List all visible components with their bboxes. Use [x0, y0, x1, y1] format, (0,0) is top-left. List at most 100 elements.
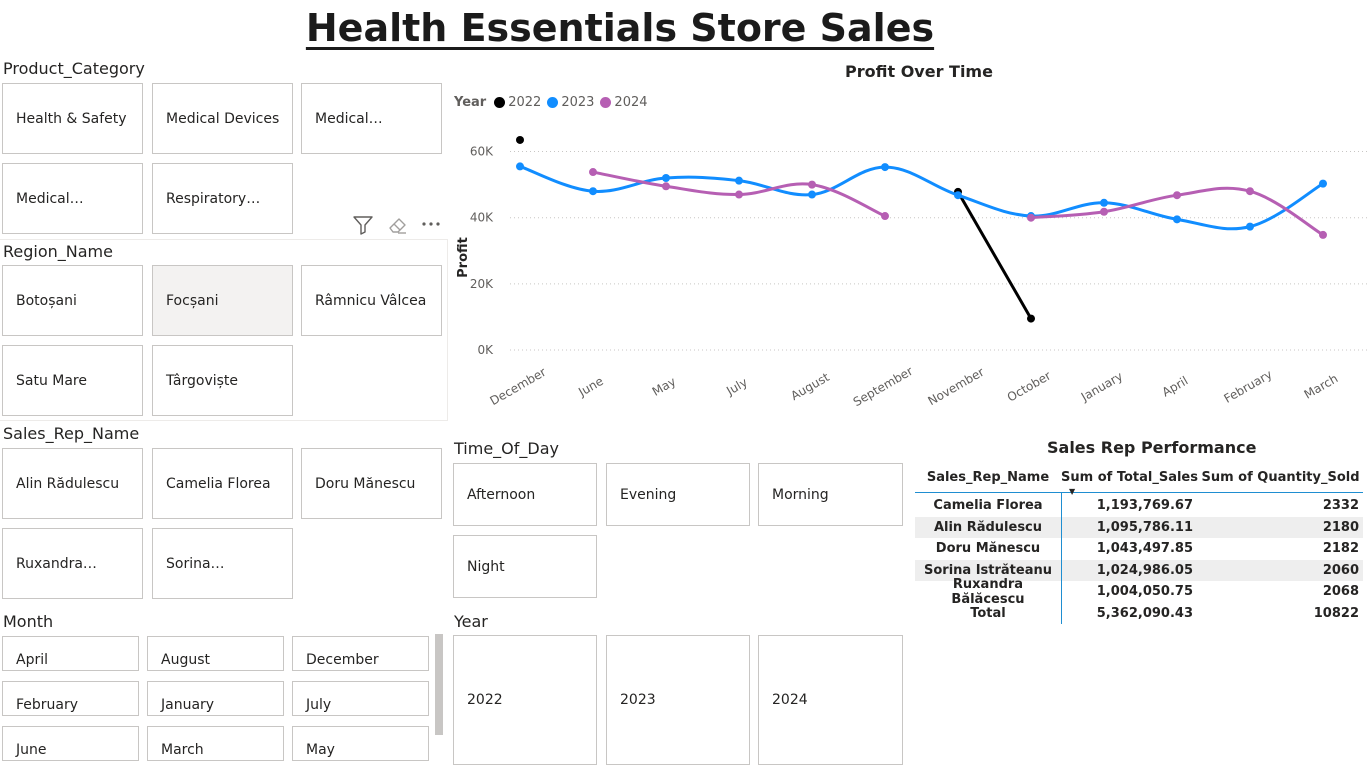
data-point-2023: [662, 174, 670, 182]
sales-rep-tile[interactable]: Ruxandra…: [2, 528, 143, 599]
month-tile[interactable]: July: [292, 681, 429, 716]
rep-name-cell: Doru Mănescu: [935, 541, 1041, 557]
legend-item[interactable]: 2023: [547, 95, 594, 110]
column-header[interactable]: Sum of Total_Sales ▼: [1061, 470, 1198, 496]
data-point-2024: [1027, 213, 1035, 222]
sales-rep-name-header: Sales_Rep_Name: [3, 424, 140, 443]
x-tick-label: March: [1302, 371, 1341, 401]
data-point-2023: [1246, 222, 1254, 231]
month-tile[interactable]: February: [2, 681, 139, 716]
month-slicer-scrollbar[interactable]: [435, 634, 443, 735]
chart-legend: Year 2022 2023 2024: [454, 95, 654, 110]
time-of-day-tile[interactable]: Afternoon: [453, 463, 597, 526]
time-of-day-header: Time_Of_Day: [454, 439, 559, 458]
sales-rep-table[interactable]: Sales_Rep_Name Sum of Total_Sales ▼ Sum o…: [915, 463, 1363, 624]
x-tick-label: October: [1005, 368, 1054, 404]
legend-item[interactable]: 2024: [600, 95, 648, 110]
product-category-header: Product_Category: [3, 59, 145, 78]
region-tile[interactable]: Botoșani: [2, 265, 143, 336]
legend-label: 2022: [508, 95, 542, 110]
product-category-tile[interactable]: Respiratory…: [152, 163, 293, 234]
time-of-day-tile[interactable]: Evening: [606, 463, 750, 526]
data-point-2024: [735, 190, 743, 199]
legend-label: 2023: [561, 95, 595, 110]
rep-name-cell: Alin Rădulescu: [933, 519, 1043, 535]
table-row[interactable]: Ruxandra Bălăcescu 1,004,050.75 2068: [915, 577, 1363, 607]
product-category-tile[interactable]: Medical…: [301, 83, 442, 154]
total-sales-cell: 1,095,786.11: [1096, 519, 1193, 535]
table-header-row: Sales_Rep_Name Sum of Total_Sales ▼ Sum o…: [915, 463, 1363, 496]
product-category-tile[interactable]: Medical Devices: [152, 83, 293, 154]
data-point-2023: [589, 187, 597, 196]
filter-icon[interactable]: [352, 214, 374, 240]
x-tick-label: August: [788, 370, 832, 403]
dashboard-title: Health Essentials Store Sales: [305, 6, 935, 50]
region-tile-selected[interactable]: Focșani: [152, 265, 293, 336]
data-point-2023: [1173, 215, 1181, 224]
data-point-2024: [589, 168, 597, 177]
column-header-label: Sum of Total_Sales: [1061, 470, 1198, 485]
quantity-cell: 2182: [1322, 541, 1359, 557]
sales-rep-tile[interactable]: Camelia Florea: [152, 448, 293, 519]
table-column-divider: [1061, 493, 1062, 624]
data-point-2024: [662, 182, 670, 191]
month-tile[interactable]: June: [2, 726, 139, 761]
total-sales-total-cell: 5,362,090.43: [1096, 605, 1193, 621]
legend-marker: [494, 97, 506, 108]
month-tile[interactable]: January: [147, 681, 284, 716]
table-row[interactable]: Camelia Florea 1,193,769.67 2332: [915, 495, 1363, 517]
data-point-2024: [808, 180, 816, 189]
data-point-2024: [881, 212, 889, 221]
x-tick-label: November: [925, 365, 986, 408]
quantity-cell: 2180: [1322, 519, 1359, 535]
region-tile[interactable]: Satu Mare: [2, 345, 143, 416]
legend-item[interactable]: 2022: [494, 95, 541, 110]
eraser-icon[interactable]: [386, 214, 408, 240]
year-tile[interactable]: 2023: [606, 635, 750, 765]
more-options-icon[interactable]: [420, 214, 442, 240]
table-title: Sales Rep Performance: [1047, 438, 1257, 457]
x-tick-label: January: [1078, 369, 1125, 404]
quantity-cell: 2068: [1322, 584, 1359, 600]
region-tile[interactable]: Târgoviște: [152, 345, 293, 416]
data-point-2023: [881, 163, 889, 172]
product-category-tile[interactable]: Medical…: [2, 163, 143, 234]
sort-descending-icon: ▼: [1069, 487, 1076, 496]
profit-line-chart[interactable]: 0K 20K 40K 60K Profit December June May July Augu…: [450, 135, 1367, 415]
year-tile[interactable]: 2022: [453, 635, 597, 765]
x-tick-label: June: [575, 374, 606, 400]
y-tick-label: 20K: [470, 277, 494, 291]
region-tile[interactable]: Râmnicu Vâlcea: [301, 265, 442, 336]
rep-name-cell: Sorina Istrăteanu: [923, 562, 1052, 578]
total-sales-cell: 1,004,050.75: [1096, 584, 1193, 600]
month-tile[interactable]: March: [147, 726, 284, 761]
total-sales-cell: 1,193,769.67: [1096, 498, 1193, 514]
data-point-2024: [1100, 207, 1108, 216]
product-category-tile[interactable]: Health & Safety: [2, 83, 143, 154]
sales-rep-tile[interactable]: Doru Mănescu: [301, 448, 442, 519]
table-row[interactable]: Alin Rădulescu 1,095,786.11 2180: [915, 516, 1363, 538]
month-tile[interactable]: April: [2, 636, 139, 671]
y-tick-label: 0K: [477, 343, 494, 357]
table-total-row: Total 5,362,090.43 10822: [915, 603, 1363, 625]
sales-rep-tile[interactable]: Sorina…: [152, 528, 293, 599]
sales-rep-tile[interactable]: Alin Rădulescu: [2, 448, 143, 519]
data-point-2022: [1027, 314, 1035, 323]
table-row[interactable]: Doru Mănescu 1,043,497.85 2182: [915, 538, 1363, 560]
rep-name-cell: Camelia Florea: [933, 498, 1043, 514]
month-tile[interactable]: May: [292, 726, 429, 761]
month-tile[interactable]: December: [292, 636, 429, 671]
data-point-2024: [1319, 230, 1327, 239]
series-line-2023: [518, 164, 1325, 231]
column-header[interactable]: Sum of Quantity_Sold: [1198, 470, 1363, 485]
column-header[interactable]: Sales_Rep_Name: [915, 470, 1061, 485]
quantity-cell: 2332: [1322, 498, 1359, 514]
x-tick-label: December: [488, 365, 549, 408]
month-header: Month: [3, 612, 54, 631]
month-tile[interactable]: August: [147, 636, 284, 671]
region-name-header: Region_Name: [3, 242, 113, 261]
year-tile[interactable]: 2024: [758, 635, 903, 765]
time-of-day-tile[interactable]: Night: [453, 535, 597, 598]
time-of-day-tile[interactable]: Morning: [758, 463, 903, 526]
chart-title: Profit Over Time: [845, 62, 993, 81]
